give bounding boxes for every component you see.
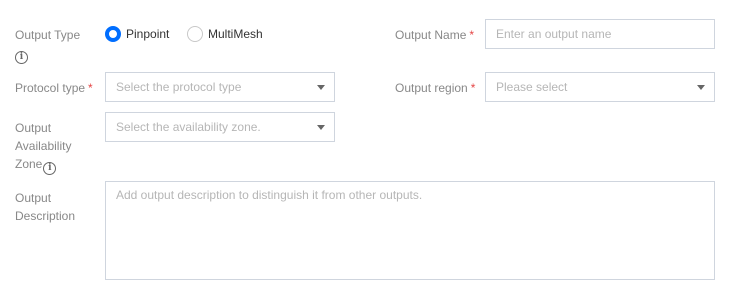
info-icon[interactable]: i	[15, 51, 28, 64]
output-region-placeholder: Please select	[496, 80, 568, 94]
required-mark: *	[88, 81, 93, 95]
output-region-select[interactable]: Please select	[485, 72, 715, 102]
availability-zone-select[interactable]: Select the availability zone.	[105, 112, 335, 142]
radio-pinpoint[interactable]: Pinpoint	[105, 25, 169, 43]
description-label-line: Output	[15, 191, 52, 205]
description-field	[105, 181, 715, 280]
availability-zone-label: Output Availability Zone i	[15, 119, 71, 175]
output-region-label: Output region *	[395, 79, 475, 97]
output-form: Output Type i Pinpoint MultiMesh Output …	[0, 0, 733, 307]
required-mark: *	[470, 81, 476, 95]
output-name-label-text: Output Name	[395, 28, 467, 42]
description-label: Output Description	[15, 189, 75, 225]
description-label-line: Description	[15, 209, 76, 223]
caret-down-icon	[317, 84, 325, 90]
radio-pinpoint-label: Pinpoint	[126, 27, 170, 41]
availability-zone-placeholder: Select the availability zone.	[116, 120, 261, 134]
protocol-type-label: Protocol type *	[15, 79, 93, 97]
availability-zone-label-line: Availability	[15, 139, 72, 153]
protocol-type-select[interactable]: Select the protocol type	[105, 72, 335, 102]
protocol-type-label-text: Protocol type	[15, 81, 86, 95]
output-name-label: Output Name *	[395, 26, 474, 44]
description-textarea[interactable]	[106, 182, 714, 279]
availability-zone-label-line: Zone	[15, 157, 43, 171]
info-icon[interactable]: i	[43, 162, 57, 175]
radio-multimesh[interactable]: MultiMesh	[187, 25, 263, 43]
radio-unchecked-icon	[187, 26, 203, 42]
required-mark: *	[469, 28, 475, 42]
radio-multimesh-label: MultiMesh	[208, 27, 263, 41]
output-type-label-text: Output Type	[15, 28, 81, 42]
output-name-input[interactable]	[486, 20, 714, 48]
protocol-type-placeholder: Select the protocol type	[116, 80, 242, 94]
availability-zone-label-line: Output	[15, 121, 52, 135]
output-type-label: Output Type i	[15, 26, 80, 64]
output-region-label-text: Output region	[395, 81, 468, 95]
output-name-field	[485, 19, 715, 49]
caret-down-icon	[697, 84, 705, 90]
radio-checked-icon	[105, 26, 121, 42]
caret-down-icon	[317, 124, 325, 130]
